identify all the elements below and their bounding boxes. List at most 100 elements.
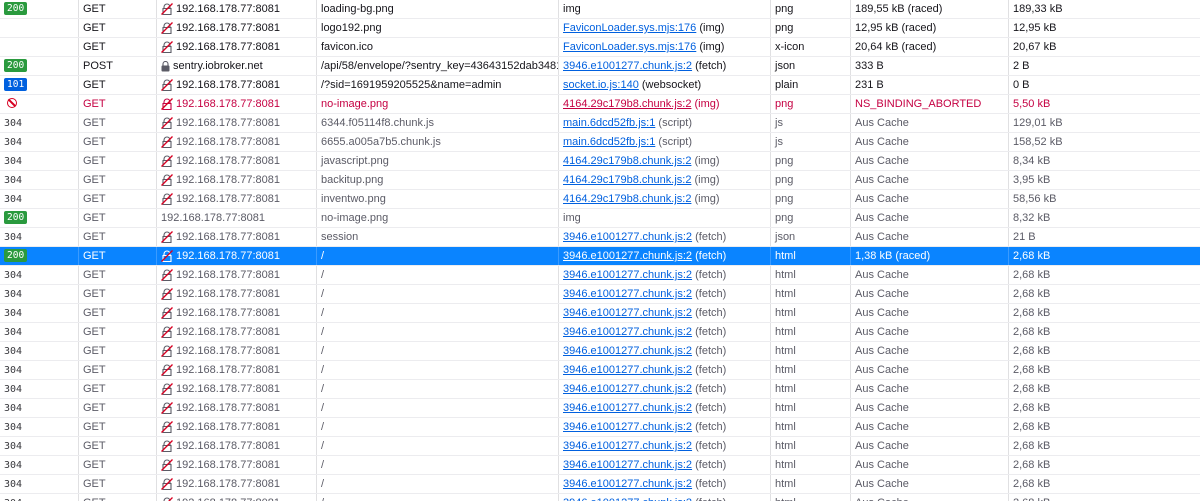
initiator-link[interactable]: 3946.e1001277.chunk.js:2 (563, 364, 692, 376)
table-row[interactable]: 304GET192.168.178.77:8081/3946.e1001277.… (0, 494, 1200, 501)
file-cell: inventwo.png (316, 190, 558, 208)
table-row[interactable]: 304GET192.168.178.77:8081/3946.e1001277.… (0, 285, 1200, 304)
initiator-link[interactable]: 3946.e1001277.chunk.js:2 (563, 459, 692, 471)
type-cell: json (770, 57, 850, 75)
domain-text: 192.168.178.77:8081 (176, 117, 280, 129)
lock-icon (161, 60, 170, 72)
domain-text: 192.168.178.77:8081 (176, 459, 280, 471)
initiator-link[interactable]: FaviconLoader.sys.mjs:176 (563, 41, 696, 53)
initiator-link[interactable]: 3946.e1001277.chunk.js:2 (563, 478, 692, 490)
size-cell: 2,68 kB (1008, 304, 1200, 322)
initiator-cause: (img) (696, 41, 725, 53)
initiator-link[interactable]: 3946.e1001277.chunk.js:2 (563, 231, 692, 243)
table-row[interactable]: 304GET192.168.178.77:8081/3946.e1001277.… (0, 380, 1200, 399)
table-row[interactable]: 304 GET 192.168.178.77:8081 javascript.png 4… (0, 152, 1200, 171)
type-cell: html (770, 323, 850, 341)
initiator-link[interactable]: main.6dcd52fb.js:1 (563, 117, 655, 129)
initiator-cell: 3946.e1001277.chunk.js:2 (fetch) (558, 266, 770, 284)
insecure-lock-icon (161, 421, 173, 434)
type-cell: html (770, 380, 850, 398)
initiator-link[interactable]: 3946.e1001277.chunk.js:2 (563, 288, 692, 300)
initiator-link[interactable]: 3946.e1001277.chunk.js:2 (563, 421, 692, 433)
table-row[interactable]: 304GET192.168.178.77:8081/3946.e1001277.… (0, 266, 1200, 285)
table-row[interactable]: 200 GET 192.168.178.77:8081 loading-bg.png i… (0, 0, 1200, 19)
initiator-cell: FaviconLoader.sys.mjs:176 (img) (558, 19, 770, 37)
table-row[interactable]: 304GET192.168.178.77:8081/3946.e1001277.… (0, 361, 1200, 380)
file-cell: logo192.png (316, 19, 558, 37)
size-cell: 3,95 kB (1008, 171, 1200, 189)
table-row[interactable]: 304 GET 192.168.178.77:8081 6655.a005a7b5.c… (0, 133, 1200, 152)
table-row[interactable]: 200 POST sentry.iobroker.net/api/58/envelo… (0, 57, 1200, 76)
initiator-link[interactable]: 3946.e1001277.chunk.js:2 (563, 250, 692, 262)
domain-text: 192.168.178.77:8081 (176, 41, 280, 53)
table-row[interactable]: 304 GET 192.168.178.77:8081 6344.f05114f8.c… (0, 114, 1200, 133)
table-row[interactable]: 304GET192.168.178.77:8081/3946.e1001277.… (0, 437, 1200, 456)
table-row[interactable]: GET 192.168.178.77:8081 favicon.ico Favicon… (0, 38, 1200, 57)
initiator-cell: 3946.e1001277.chunk.js:2 (fetch) (558, 456, 770, 474)
initiator-cause: img (563, 212, 581, 224)
status-badge: 304 (4, 460, 23, 471)
insecure-lock-icon (161, 459, 173, 472)
type-cell: html (770, 285, 850, 303)
initiator-link[interactable]: 3946.e1001277.chunk.js:2 (563, 326, 692, 338)
initiator-link[interactable]: socket.io.js:140 (563, 79, 639, 91)
transferred-cell: 333 B (850, 57, 1008, 75)
method-cell: GET (78, 304, 156, 322)
initiator-link[interactable]: 3946.e1001277.chunk.js:2 (563, 402, 692, 414)
initiator-link[interactable]: 4164.29c179b8.chunk.js:2 (563, 155, 691, 167)
table-row[interactable]: 304 GET 192.168.178.77:8081 session 3946.e10… (0, 228, 1200, 247)
initiator-cell: 4164.29c179b8.chunk.js:2 (img) (558, 190, 770, 208)
table-row[interactable]: 304GET192.168.178.77:8081/3946.e1001277.… (0, 342, 1200, 361)
insecure-lock-icon (161, 250, 173, 263)
domain-text: 192.168.178.77:8081 (176, 3, 280, 15)
initiator-link[interactable]: 3946.e1001277.chunk.js:2 (563, 345, 692, 357)
domain-cell: 192.168.178.77:8081 (156, 114, 316, 132)
initiator-cause: (img) (691, 174, 720, 186)
initiator-link[interactable]: 4164.29c179b8.chunk.js:2 (563, 174, 691, 186)
status-badge: 200 (4, 249, 28, 262)
table-row[interactable]: 101 GET 192.168.178.77:8081 /?sid=169195920… (0, 76, 1200, 95)
table-row[interactable]: GET 192.168.178.77:8081 no-image.png 4164.2… (0, 95, 1200, 114)
table-row[interactable]: 304GET192.168.178.77:8081/3946.e1001277.… (0, 304, 1200, 323)
table-row[interactable]: 304GET192.168.178.77:8081/3946.e1001277.… (0, 323, 1200, 342)
initiator-cell: 3946.e1001277.chunk.js:2 (fetch) (558, 57, 770, 75)
initiator-link[interactable]: 3946.e1001277.chunk.js:2 (563, 269, 692, 281)
file-cell: /?sid=1691959205525&name=admin (316, 76, 558, 94)
table-row[interactable]: 200 GET 192.168.178.77:8081 no-image.png img… (0, 209, 1200, 228)
table-row[interactable]: 304GET192.168.178.77:8081/3946.e1001277.… (0, 399, 1200, 418)
table-row[interactable]: 304GET192.168.178.77:8081/3946.e1001277.… (0, 418, 1200, 437)
initiator-link[interactable]: 4164.29c179b8.chunk.js:2 (563, 193, 691, 205)
table-row[interactable]: 304 GET 192.168.178.77:8081 inventwo.png 416… (0, 190, 1200, 209)
initiator-cause: (fetch) (692, 60, 727, 72)
initiator-link[interactable]: 3946.e1001277.chunk.js:2 (563, 383, 692, 395)
table-row[interactable]: 200 GET 192.168.178.77:8081/3946.e1001277.… (0, 247, 1200, 266)
file-cell: / (316, 399, 558, 417)
initiator-cause: (fetch) (692, 383, 727, 395)
transferred-cell: Aus Cache (850, 342, 1008, 360)
initiator-cause: (fetch) (692, 497, 726, 501)
type-cell: html (770, 399, 850, 417)
initiator-link[interactable]: 3946.e1001277.chunk.js:2 (563, 440, 692, 452)
initiator-link[interactable]: 3946.e1001277.chunk.js:2 (563, 497, 692, 501)
domain-text: 192.168.178.77:8081 (176, 364, 280, 376)
size-cell: 8,32 kB (1008, 209, 1200, 227)
size-cell: 2,68 kB (1008, 437, 1200, 455)
domain-cell: 192.168.178.77:8081 (156, 456, 316, 474)
table-row[interactable]: 304GET192.168.178.77:8081/3946.e1001277.… (0, 456, 1200, 475)
type-cell: png (770, 19, 850, 37)
initiator-link[interactable]: 4164.29c179b8.chunk.js:2 (563, 98, 691, 110)
transferred-cell: Aus Cache (850, 437, 1008, 455)
table-row[interactable]: 304GET192.168.178.77:8081/3946.e1001277.… (0, 475, 1200, 494)
method-cell: GET (78, 247, 156, 265)
insecure-lock-icon (161, 193, 173, 206)
domain-cell: 192.168.178.77:8081 (156, 38, 316, 56)
table-row[interactable]: 304 GET 192.168.178.77:8081 backitup.png 416… (0, 171, 1200, 190)
table-row[interactable]: GET 192.168.178.77:8081 logo192.png Favicon… (0, 19, 1200, 38)
initiator-link[interactable]: 3946.e1001277.chunk.js:2 (563, 60, 692, 72)
initiator-link[interactable]: main.6dcd52fb.js:1 (563, 136, 655, 148)
initiator-link[interactable]: 3946.e1001277.chunk.js:2 (563, 307, 692, 319)
initiator-link[interactable]: FaviconLoader.sys.mjs:176 (563, 22, 696, 34)
insecure-lock-icon (161, 136, 173, 149)
status-cell (0, 19, 78, 37)
type-cell: png (770, 209, 850, 227)
